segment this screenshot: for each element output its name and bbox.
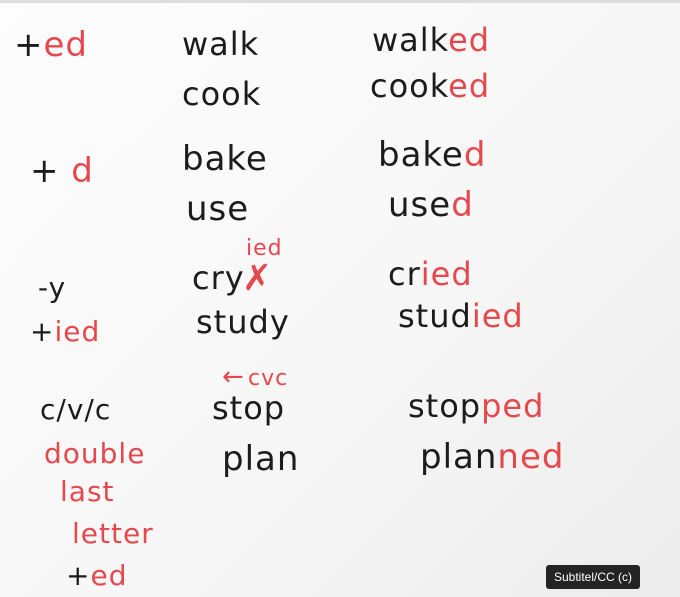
rule-minus-y: -y xyxy=(38,271,67,304)
past-baked: baked xyxy=(378,138,486,172)
whiteboard: +ed walk cook walked cooked + d bake use… xyxy=(0,0,680,597)
past-suffix: ned xyxy=(497,437,565,477)
past-stem: plan xyxy=(420,437,498,477)
rule-last: last xyxy=(60,475,115,508)
past-stopped: stopped xyxy=(408,390,544,422)
rule-plus-ed: +ed xyxy=(14,28,88,62)
top-edge xyxy=(0,0,680,3)
rule-suffix: d xyxy=(71,151,94,191)
rule-suffix: ed xyxy=(90,559,128,592)
past-suffix: ied xyxy=(420,255,473,293)
rule-text: + xyxy=(14,25,44,65)
rule-suffix: ed xyxy=(43,25,88,65)
past-suffix: ied xyxy=(471,297,524,335)
rule-double: double xyxy=(44,437,146,470)
rule-text: + xyxy=(30,151,72,191)
past-stem: stud xyxy=(398,297,472,335)
rule-cvc: c/v/c xyxy=(40,393,112,426)
verb-walk: walk xyxy=(182,25,260,63)
rule-letter: letter xyxy=(72,517,154,550)
past-suffix: d xyxy=(451,185,474,225)
rule-plus-ed-2: +ed xyxy=(66,562,127,590)
past-used: used xyxy=(388,188,474,222)
past-stem: cook xyxy=(370,67,449,105)
left-arrow-icon: ← xyxy=(222,362,244,392)
past-stem: stop xyxy=(408,387,482,425)
past-stem: cr xyxy=(388,255,421,293)
past-stem: bake xyxy=(378,135,464,175)
strike-mark: ✗ xyxy=(242,258,273,299)
past-stem: use xyxy=(388,185,452,225)
rule-plus-d: + d xyxy=(30,154,94,188)
past-planned: planned xyxy=(420,440,564,474)
past-cooked: cooked xyxy=(370,70,490,102)
annotation-ied: ied xyxy=(246,236,283,261)
past-walked: walked xyxy=(372,24,490,56)
annotation-cvc: cvc xyxy=(248,366,289,391)
verb-stop: stop xyxy=(212,389,286,427)
verb-cook: cook xyxy=(182,75,262,113)
verb-bake: bake xyxy=(182,139,268,179)
subtitles-cc-button[interactable]: Subtitel/CC (c) xyxy=(545,565,640,589)
rule-suffix: ied xyxy=(54,315,101,348)
past-cried: cried xyxy=(388,258,473,290)
past-suffix: ped xyxy=(481,387,545,425)
verb-cry: cry xyxy=(192,259,245,297)
rule-plus-ied: +ied xyxy=(30,318,100,346)
verb-study: study xyxy=(196,303,290,341)
verb-use: use xyxy=(186,189,250,229)
past-stem: walk xyxy=(372,21,449,59)
rule-text: + xyxy=(66,559,91,592)
rule-text: + xyxy=(30,315,55,348)
past-studied: studied xyxy=(398,300,524,332)
past-suffix: d xyxy=(463,135,487,175)
past-suffix: ed xyxy=(448,21,491,59)
past-suffix: ed xyxy=(448,67,491,105)
verb-plan: plan xyxy=(222,439,300,479)
